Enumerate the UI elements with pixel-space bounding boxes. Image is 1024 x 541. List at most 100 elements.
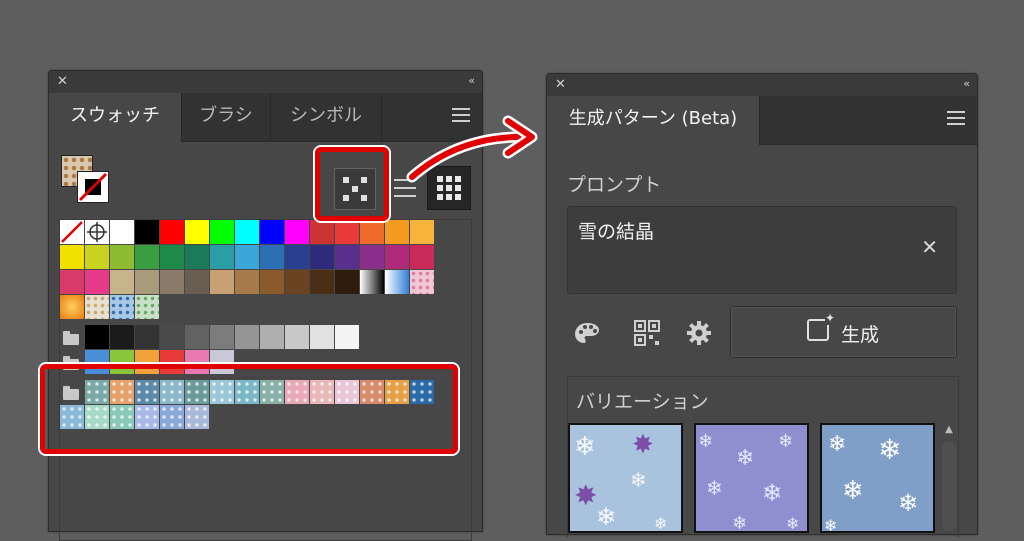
swatch[interactable] <box>160 245 184 269</box>
swatch[interactable] <box>135 295 159 319</box>
swatch[interactable] <box>135 270 159 294</box>
swatch[interactable] <box>210 220 234 244</box>
scroll-up-icon[interactable]: ▲ <box>942 423 956 437</box>
swatch[interactable] <box>85 295 109 319</box>
swatch[interactable] <box>160 220 184 244</box>
svg-text:✸: ✸ <box>632 430 654 460</box>
swatch[interactable] <box>360 270 384 294</box>
swatch[interactable] <box>410 245 434 269</box>
swatch[interactable] <box>110 270 134 294</box>
swatch[interactable] <box>310 245 334 269</box>
swatch[interactable] <box>410 220 434 244</box>
svg-text:❄: ❄ <box>630 468 647 492</box>
swatch-row <box>60 245 435 270</box>
scrollbar[interactable] <box>942 441 956 531</box>
swatch[interactable] <box>210 270 234 294</box>
variation-thumbnail[interactable]: ❄ ❄ ❄ ❄ ✸ ✸ <box>568 423 683 533</box>
swatch[interactable] <box>385 220 409 244</box>
variation-thumbnail[interactable]: ❄ ❄ ❄ ❄ ❄ ❄ ❄ <box>694 423 809 533</box>
collapse-icon[interactable]: ‹‹ <box>963 76 970 92</box>
swatch[interactable] <box>85 245 109 269</box>
swatch[interactable] <box>385 270 409 294</box>
swatch[interactable] <box>285 270 309 294</box>
swatch[interactable] <box>185 270 209 294</box>
swatch[interactable] <box>210 325 234 349</box>
swatch[interactable] <box>285 220 309 244</box>
svg-text:❄: ❄ <box>898 489 918 517</box>
swatch[interactable] <box>210 245 234 269</box>
swatch[interactable] <box>385 245 409 269</box>
svg-text:❄: ❄ <box>828 432 846 457</box>
swatch[interactable] <box>310 270 334 294</box>
swatch-row <box>60 270 435 295</box>
folder-icon[interactable] <box>60 325 84 349</box>
swatch[interactable] <box>110 220 134 244</box>
variation-thumbnail[interactable]: ❄ ❄ ❄ ❄ ❄ <box>820 423 935 533</box>
arrow-icon <box>406 115 538 183</box>
svg-text:❄: ❄ <box>824 516 837 533</box>
swatch[interactable] <box>310 220 334 244</box>
swatch[interactable] <box>110 295 134 319</box>
swatch[interactable] <box>85 325 109 349</box>
swatch[interactable] <box>60 245 84 269</box>
swatch[interactable] <box>85 270 109 294</box>
swatch-row <box>60 295 160 320</box>
variations-section: バリエーション ❄ ❄ ❄ ❄ ✸ ✸ ❄ ❄ ❄ ❄ ❄ ❄ ❄ ❄ ❄ ❄ … <box>567 376 959 537</box>
panel-menu-icon[interactable] <box>947 111 965 125</box>
swatch[interactable] <box>235 220 259 244</box>
svg-text:❄: ❄ <box>574 432 596 462</box>
swatch[interactable] <box>360 245 384 269</box>
swatch[interactable] <box>260 270 284 294</box>
swatch[interactable] <box>185 325 209 349</box>
stroke-swatch[interactable] <box>77 171 109 203</box>
swatch[interactable] <box>360 220 384 244</box>
qr-icon[interactable] <box>633 319 661 347</box>
swatch[interactable] <box>335 325 359 349</box>
tab-brushes[interactable]: ブラシ <box>182 93 271 141</box>
swatch[interactable] <box>160 325 184 349</box>
tab-generate-pattern[interactable]: 生成パターン (Beta) <box>547 96 760 145</box>
swatch[interactable] <box>310 325 334 349</box>
swatch[interactable] <box>235 245 259 269</box>
swatch[interactable] <box>335 270 359 294</box>
swatch[interactable] <box>60 295 84 319</box>
swatch[interactable] <box>285 245 309 269</box>
swatch[interactable] <box>260 245 284 269</box>
tab-symbols[interactable]: シンボル <box>271 93 382 141</box>
generate-button-label: 生成 <box>841 324 880 346</box>
swatch[interactable] <box>110 325 134 349</box>
swatch[interactable] <box>235 270 259 294</box>
swatch[interactable] <box>335 220 359 244</box>
swatch-row <box>60 220 435 245</box>
swatch[interactable] <box>285 325 309 349</box>
close-icon[interactable]: ✕ <box>555 77 566 93</box>
generate-button[interactable]: 生成 <box>730 306 957 358</box>
collapse-icon[interactable]: ‹‹ <box>468 73 475 89</box>
swatch[interactable] <box>260 220 284 244</box>
close-icon[interactable]: ✕ <box>57 74 68 90</box>
tab-swatches[interactable]: スウォッチ <box>49 93 182 142</box>
swatch[interactable] <box>135 325 159 349</box>
swatch[interactable] <box>60 220 84 244</box>
generate-pattern-panel: ✕ ‹‹ 生成パターン (Beta) プロンプト 雪の結晶 ✕ 生成 バリエーシ… <box>546 73 978 537</box>
prompt-value: 雪の結晶 <box>578 221 655 243</box>
gear-icon[interactable] <box>685 319 713 347</box>
swatch[interactable] <box>185 220 209 244</box>
swatch[interactable] <box>185 245 209 269</box>
svg-text:❄: ❄ <box>698 431 713 452</box>
palette-icon[interactable] <box>573 319 601 347</box>
swatch[interactable] <box>335 245 359 269</box>
swatch[interactable] <box>410 270 434 294</box>
swatch[interactable] <box>135 220 159 244</box>
svg-text:❄: ❄ <box>706 476 723 500</box>
swatch[interactable] <box>160 270 184 294</box>
swatch[interactable] <box>110 245 134 269</box>
svg-text:❄: ❄ <box>878 433 901 466</box>
swatch[interactable] <box>260 325 284 349</box>
swatch[interactable] <box>135 245 159 269</box>
prompt-input[interactable]: 雪の結晶 ✕ <box>567 206 957 294</box>
swatch[interactable] <box>235 325 259 349</box>
swatch[interactable] <box>85 220 109 244</box>
clear-icon[interactable]: ✕ <box>921 235 938 259</box>
swatch[interactable] <box>60 270 84 294</box>
